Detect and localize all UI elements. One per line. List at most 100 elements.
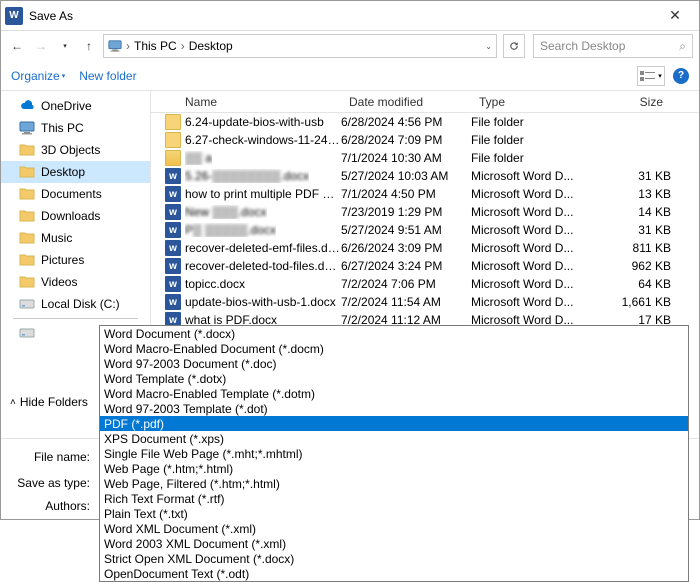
- file-type: Microsoft Word D...: [471, 241, 591, 255]
- tree-item[interactable]: This PC: [1, 117, 150, 139]
- saveastype-option[interactable]: Word Document (*.docx): [100, 326, 688, 341]
- col-date-header[interactable]: Date modified: [341, 95, 471, 109]
- tree-item-label: Pictures: [41, 253, 84, 267]
- file-type: Microsoft Word D...: [471, 277, 591, 291]
- file-row[interactable]: w5.26-▒▒▒▒▒▒▒▒.docx5/27/2024 10:03 AMMic…: [151, 167, 699, 185]
- dialog-title: Save As: [29, 9, 655, 23]
- word-doc-icon: w: [165, 168, 181, 184]
- word-app-icon: W: [5, 7, 23, 25]
- hide-folders-button[interactable]: ˄ Hide Folders: [10, 395, 88, 409]
- help-button[interactable]: ?: [673, 68, 689, 84]
- tree-item[interactable]: OneDrive: [1, 95, 150, 117]
- new-folder-button[interactable]: New folder: [79, 69, 136, 83]
- saveastype-option[interactable]: XPS Document (*.xps): [100, 431, 688, 446]
- history-dropdown[interactable]: ▾: [55, 36, 75, 56]
- tree-item-label: Downloads: [41, 209, 100, 223]
- file-row[interactable]: wupdate-bios-with-usb-1.docx7/2/2024 11:…: [151, 293, 699, 311]
- word-doc-icon: w: [165, 186, 181, 202]
- word-doc-icon: w: [165, 222, 181, 238]
- saveastype-option[interactable]: Word Macro-Enabled Template (*.dotm): [100, 386, 688, 401]
- saveastype-option[interactable]: Web Page (*.htm;*.html): [100, 461, 688, 476]
- disk-icon: [19, 296, 35, 312]
- saveastype-option[interactable]: OpenDocument Text (*.odt): [100, 566, 688, 581]
- file-row[interactable]: ▒▒ a7/1/2024 10:30 AMFile folder: [151, 149, 699, 167]
- tree-item[interactable]: 3D Objects: [1, 139, 150, 161]
- col-type-header[interactable]: Type: [471, 95, 591, 109]
- chevron-down-icon[interactable]: ⌄: [485, 42, 492, 51]
- file-name: recover-deleted-tod-files.docx: [185, 259, 341, 273]
- tree-item[interactable]: Documents: [1, 183, 150, 205]
- organize-menu[interactable]: Organize ▾: [11, 69, 65, 83]
- file-name: P▒ ▒▒▒▒▒.docx: [185, 223, 276, 237]
- file-row[interactable]: 6.24-update-bios-with-usb6/28/2024 4:56 …: [151, 113, 699, 131]
- chevron-up-icon: ˄: [10, 397, 16, 408]
- folder-icon: [165, 150, 181, 166]
- chevron-right-icon: ›: [124, 39, 132, 53]
- file-size: 962 KB: [591, 259, 671, 273]
- file-size: 31 KB: [591, 169, 671, 183]
- file-name: recover-deleted-emf-files.docx: [185, 241, 341, 255]
- col-name-header[interactable]: Name: [151, 95, 341, 109]
- saveastype-option[interactable]: Word Macro-Enabled Document (*.docm): [100, 341, 688, 356]
- saveastype-option[interactable]: Strict Open XML Document (*.docx): [100, 551, 688, 566]
- disk-icon: [19, 325, 35, 341]
- file-row[interactable]: wrecover-deleted-tod-files.docx6/27/2024…: [151, 257, 699, 275]
- tree-item[interactable]: Pictures: [1, 249, 150, 271]
- file-date: 5/27/2024 9:51 AM: [341, 223, 471, 237]
- file-type: Microsoft Word D...: [471, 295, 591, 309]
- file-date: 7/2/2024 11:54 AM: [341, 295, 471, 309]
- refresh-button[interactable]: [503, 34, 525, 58]
- tree-item[interactable]: Videos: [1, 271, 150, 293]
- up-button[interactable]: ↑: [79, 36, 99, 56]
- folder-icon: [165, 114, 181, 130]
- saveastype-option[interactable]: Single File Web Page (*.mht;*.mhtml): [100, 446, 688, 461]
- saveastype-option[interactable]: PDF (*.pdf): [100, 416, 688, 431]
- tree-item[interactable]: Music: [1, 227, 150, 249]
- file-row[interactable]: wNew ▒▒▒.docx7/23/2019 1:29 PMMicrosoft …: [151, 203, 699, 221]
- folder-icon: [19, 164, 35, 180]
- breadcrumb-desktop[interactable]: Desktop: [189, 39, 233, 53]
- back-button[interactable]: ←: [7, 36, 27, 56]
- saveastype-options-list[interactable]: Word Document (*.docx)Word Macro-Enabled…: [99, 325, 689, 582]
- saveastype-option[interactable]: Word 97-2003 Document (*.doc): [100, 356, 688, 371]
- breadcrumb[interactable]: › This PC › Desktop ⌄: [103, 34, 497, 58]
- file-size: 14 KB: [591, 205, 671, 219]
- file-size: 31 KB: [591, 223, 671, 237]
- saveastype-option[interactable]: Word Template (*.dotx): [100, 371, 688, 386]
- pc-icon: [19, 120, 35, 136]
- file-row[interactable]: wP▒ ▒▒▒▒▒.docx5/27/2024 9:51 AMMicrosoft…: [151, 221, 699, 239]
- tree-item[interactable]: Downloads: [1, 205, 150, 227]
- saveastype-option[interactable]: Word 97-2003 Template (*.dot): [100, 401, 688, 416]
- search-box[interactable]: ⌕: [533, 34, 693, 58]
- saveastype-option[interactable]: Word XML Document (*.xml): [100, 521, 688, 536]
- file-row[interactable]: whow to print multiple PDF at once.docx7…: [151, 185, 699, 203]
- file-name: how to print multiple PDF at once.docx: [185, 187, 341, 201]
- tree-item[interactable]: Local Disk (C:): [1, 293, 150, 315]
- file-name: 5.26-▒▒▒▒▒▒▒▒.docx: [185, 169, 309, 183]
- authors-label: Authors:: [11, 499, 96, 513]
- file-size: 13 KB: [591, 187, 671, 201]
- file-row[interactable]: wtopicc.docx7/2/2024 7:06 PMMicrosoft Wo…: [151, 275, 699, 293]
- file-type: File folder: [471, 115, 591, 129]
- tree-item-label: Videos: [41, 275, 77, 289]
- file-row[interactable]: 6.27-check-windows-11-24h2-compatibili..…: [151, 131, 699, 149]
- tree-item[interactable]: Desktop: [1, 161, 150, 183]
- close-button[interactable]: ✕: [655, 7, 695, 24]
- saveastype-option[interactable]: Web Page, Filtered (*.htm;*.html): [100, 476, 688, 491]
- tree-item-label: Music: [41, 231, 72, 245]
- breadcrumb-this-pc[interactable]: This PC: [134, 39, 177, 53]
- file-date: 7/1/2024 10:30 AM: [341, 151, 471, 165]
- file-name: ▒▒ a: [185, 151, 212, 165]
- folder-icon: [19, 230, 35, 246]
- forward-button[interactable]: →: [31, 36, 51, 56]
- saveastype-option[interactable]: Word 2003 XML Document (*.xml): [100, 536, 688, 551]
- file-row[interactable]: wrecover-deleted-emf-files.docx6/26/2024…: [151, 239, 699, 257]
- view-options-button[interactable]: ▾: [637, 66, 665, 86]
- file-name: New ▒▒▒.docx: [185, 205, 267, 219]
- search-input[interactable]: [540, 39, 675, 53]
- saveastype-option[interactable]: Rich Text Format (*.rtf): [100, 491, 688, 506]
- saveastype-option[interactable]: Plain Text (*.txt): [100, 506, 688, 521]
- file-list-header[interactable]: Name Date modified Type Size: [151, 91, 699, 113]
- col-size-header[interactable]: Size: [591, 95, 671, 109]
- folder-icon: [19, 208, 35, 224]
